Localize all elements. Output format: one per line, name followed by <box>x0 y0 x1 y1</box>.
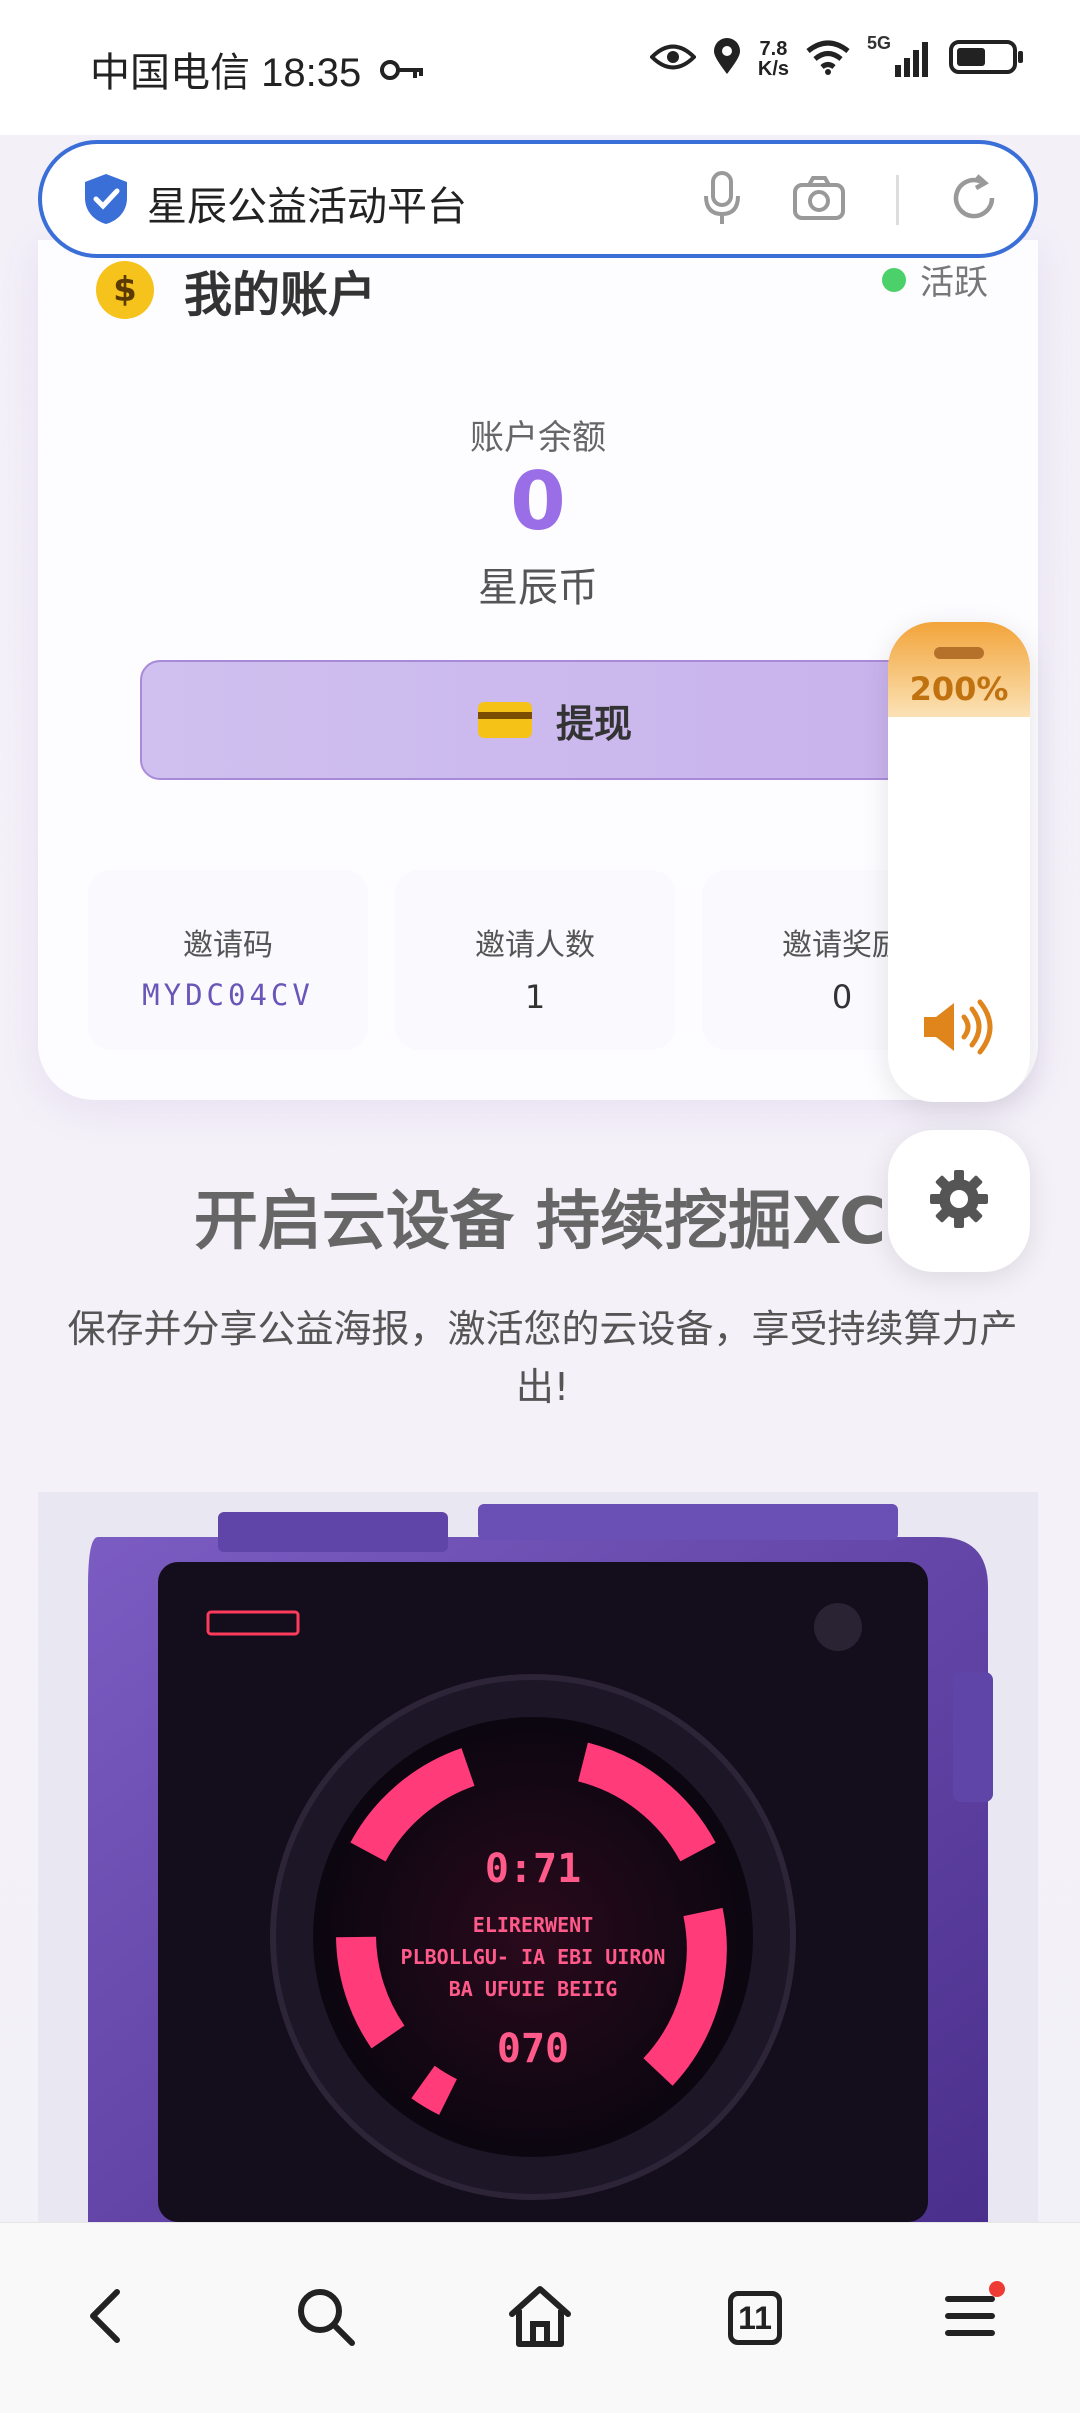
invite-stats: 邀请码 MYDC04CV 邀请人数 1 邀请奖励 0 <box>88 870 1008 1050</box>
volume-widget[interactable]: 200% <box>888 622 1030 1102</box>
location-icon <box>712 38 742 80</box>
promo-description: 保存并分享公益海报，激活您的云设备，享受持续算力产出! <box>67 1307 1018 1409</box>
screen-line-5: 070 <box>497 2026 569 2072</box>
bottom-navigation: 11 <box>0 2222 1080 2413</box>
microphone-icon[interactable] <box>702 170 742 230</box>
search-icon <box>294 2285 356 2351</box>
divider <box>896 175 899 225</box>
screen-line-4: BA UFUIE BEIIG <box>449 1977 618 2001</box>
back-button[interactable] <box>60 2273 150 2363</box>
stat-invite-count: 邀请人数 1 <box>395 870 675 1050</box>
menu-icon <box>944 2291 996 2345</box>
cloud-device-image: 0:71 ELIRERWENT PLBOLLGU- IA EBI UIRON B… <box>38 1492 1038 2222</box>
stat-invite-code[interactable]: 邀请码 MYDC04CV <box>88 870 368 1050</box>
stat-label: 邀请人数 <box>475 928 595 963</box>
screen-line-1: 0:71 <box>485 1846 581 1892</box>
screen-line-3: PLBOLLGU- IA EBI UIRON <box>401 1945 666 1969</box>
menu-button[interactable] <box>925 2273 1015 2363</box>
promo-title: 开启云设备 持续挖掘XC <box>193 1185 887 1259</box>
money-bag-icon: $ <box>96 261 154 319</box>
camera-icon[interactable] <box>792 175 846 225</box>
page-title[interactable]: 星辰公益活动平台 <box>147 174 467 232</box>
volume-header[interactable]: 200% <box>888 622 1030 717</box>
address-bar[interactable]: 星辰公益活动平台 <box>38 140 1038 258</box>
drag-handle[interactable] <box>934 647 984 659</box>
status-right: 7.8 K/s 5G <box>649 33 1025 80</box>
signal-icon: 5G <box>867 33 933 79</box>
search-button[interactable] <box>280 2273 370 2363</box>
status-dot-icon <box>882 267 906 292</box>
status-label: 活跃 <box>920 263 988 303</box>
screen-line-2: ELIRERWENT <box>473 1913 593 1937</box>
home-button[interactable] <box>495 2273 585 2363</box>
balance-label: 账户余额 <box>470 418 606 458</box>
home-icon <box>506 2284 574 2352</box>
account-header: $ 我的账户 <box>96 255 376 325</box>
carrier-time: 中国电信 18:35 <box>90 51 362 95</box>
net-speed-unit: K/s <box>757 58 789 80</box>
net-speed-value: 7.8 <box>759 38 788 60</box>
shield-icon <box>82 172 130 230</box>
back-icon <box>85 2288 125 2348</box>
invite-count-value: 1 <box>524 978 546 1016</box>
withdraw-button[interactable]: 提现 <box>140 660 970 780</box>
status-bar: 中国电信 18:35 7.8 K/s 5G <box>0 0 1080 135</box>
key-icon <box>379 47 425 92</box>
address-actions <box>702 170 999 230</box>
invite-code-value[interactable]: MYDC04CV <box>88 978 368 1012</box>
account-title: 我的账户 <box>184 267 377 323</box>
battery-icon <box>949 39 1025 79</box>
balance-value: 0 <box>510 455 566 548</box>
speaker-icon[interactable] <box>920 997 998 1061</box>
tabs-icon: 11 <box>728 2291 782 2345</box>
withdraw-label: 提现 <box>555 701 632 746</box>
notification-dot <box>989 2281 1005 2297</box>
tabs-button[interactable]: 11 <box>710 2273 800 2363</box>
wifi-icon <box>805 39 851 79</box>
refresh-icon[interactable] <box>949 173 999 227</box>
volume-percent: 200% <box>909 670 1009 708</box>
credit-card-icon <box>477 702 532 738</box>
balance-unit: 星辰币 <box>478 565 598 611</box>
status-left: 中国电信 18:35 <box>90 40 425 98</box>
account-status: 活跃 <box>882 255 988 304</box>
net-speed: 7.8 K/s <box>758 39 789 79</box>
eye-icon <box>649 42 697 76</box>
stat-label: 邀请码 <box>183 928 273 963</box>
